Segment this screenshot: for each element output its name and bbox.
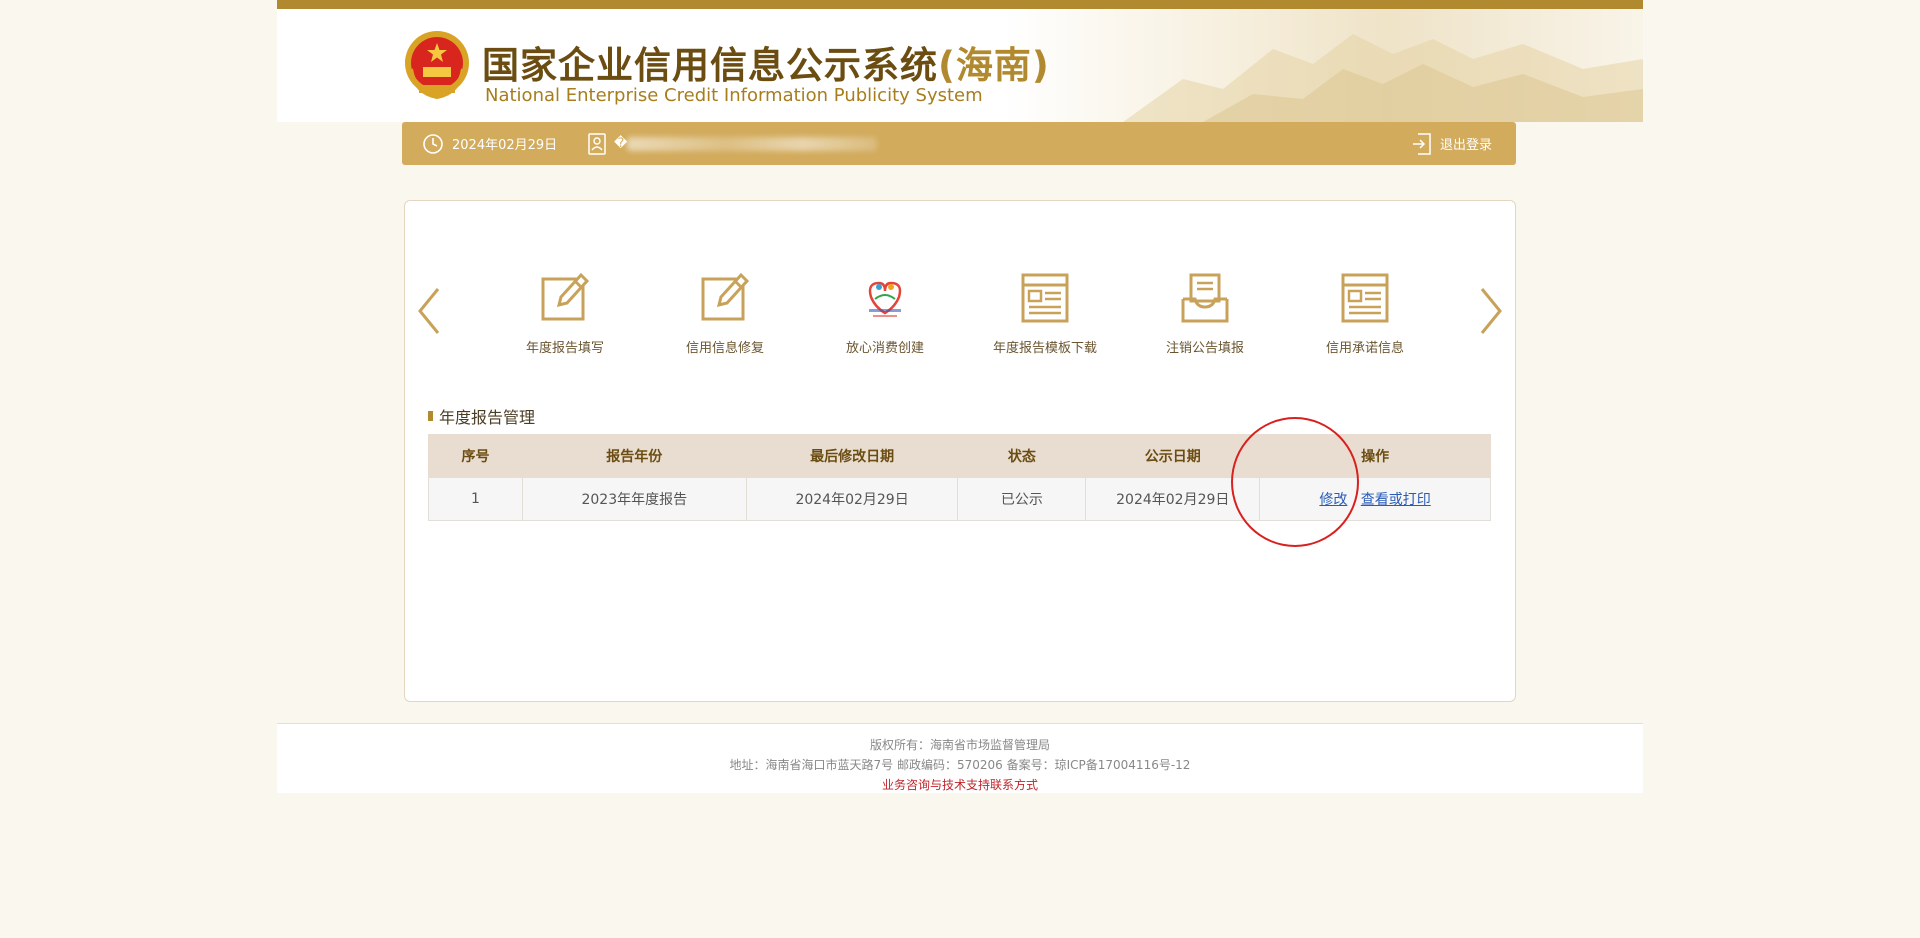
edit-form-icon: [541, 272, 590, 321]
tile-credit-commitment[interactable]: 信用承诺信息: [1295, 269, 1435, 369]
status-highlight-circle: [1231, 417, 1359, 547]
hainan-consumption-logo-icon: [868, 281, 902, 317]
clock-icon: [423, 133, 443, 154]
section-marker: [428, 411, 433, 421]
cell-year: 2023年年度报告: [521, 477, 747, 521]
document-list-icon: [1341, 273, 1389, 323]
tile-label: 信用信息修复: [685, 341, 764, 356]
section-title-text: 年度报告管理: [439, 408, 536, 427]
tile-template-download[interactable]: 年度报告模板下载: [975, 269, 1115, 369]
chevron-right-icon: [1480, 288, 1502, 334]
col-header-index: 序号: [428, 434, 523, 478]
chevron-left-icon: [418, 288, 440, 334]
carousel-next-button[interactable]: [1471, 281, 1511, 341]
tile-cancellation-notice[interactable]: 注销公告填报: [1135, 269, 1275, 369]
cell-index: 1: [428, 477, 523, 521]
tile-credit-repair[interactable]: 信用信息修复: [655, 269, 795, 369]
edit-form-icon: [701, 272, 750, 321]
function-carousel: 年度报告填写 信用信息修复 放心消费创建 年度报告模板下载 注销公告填报 信用承…: [465, 269, 1445, 369]
site-title-english: National Enterprise Credit Information P…: [485, 85, 983, 106]
col-header-modified: 最后修改日期: [745, 434, 959, 478]
date-text: 2024年02月29日: [452, 138, 558, 153]
site-title-main: 国家企业信用信息公示系统: [482, 44, 938, 87]
site-title-region: (海南): [938, 44, 1050, 87]
logout-label: 退出登录: [1439, 138, 1492, 153]
carousel-prev-button[interactable]: [409, 281, 449, 341]
tile-label: 年度报告模板下载: [992, 341, 1097, 356]
tile-label: 放心消费创建: [845, 341, 924, 356]
current-user: �: [588, 122, 878, 165]
national-emblem-icon: [401, 29, 473, 101]
user-name-prefix: �: [614, 136, 628, 151]
site-title: 国家企业信用信息公示系统(海南): [482, 35, 1050, 89]
site-footer: 版权所有：海南省市场监督管理局 地址：海南省海口市蓝天路7号 邮政编码：5702…: [277, 724, 1643, 793]
page: 国家企业信用信息公示系统(海南) National Enterprise Cre…: [277, 0, 1643, 793]
cell-status: 已公示: [957, 477, 1087, 521]
tile-annual-report-fill[interactable]: 年度报告填写: [495, 269, 635, 369]
footer-contact-link[interactable]: 业务咨询与技术支持联系方式: [277, 776, 1643, 793]
tile-label: 注销公告填报: [1165, 341, 1244, 356]
current-date: 2024年02月29日: [422, 122, 557, 165]
logout-icon: [1412, 132, 1431, 155]
top-accent-bar: [277, 0, 1643, 9]
footer-copyright: 版权所有：海南省市场监督管理局: [869, 738, 1050, 752]
section-title: 年度报告管理: [428, 404, 535, 428]
user-info-bar: 2024年02月29日 � 退出登录: [402, 122, 1516, 165]
site-header: 国家企业信用信息公示系统(海南) National Enterprise Cre…: [277, 9, 1643, 122]
mountain-banner-background: [1003, 9, 1643, 122]
footer-address: 地址：海南省海口市蓝天路7号 邮政编码：570206 备案号：琼ICP备1700…: [729, 758, 1191, 772]
user-name-redacted: [627, 136, 878, 151]
col-header-year: 报告年份: [521, 434, 747, 478]
user-card-icon: [588, 132, 606, 155]
view-print-link[interactable]: 查看或打印: [1361, 492, 1431, 508]
logout-button[interactable]: 退出登录: [1412, 122, 1492, 165]
cell-modified: 2024年02月29日: [745, 477, 959, 521]
tile-consumer-trust[interactable]: 放心消费创建: [815, 269, 955, 369]
inbox-document-icon: [1181, 273, 1229, 323]
document-list-icon: [1021, 273, 1069, 323]
col-header-status: 状态: [957, 434, 1087, 478]
tile-label: 信用承诺信息: [1325, 341, 1404, 356]
tile-label: 年度报告填写: [525, 341, 604, 356]
